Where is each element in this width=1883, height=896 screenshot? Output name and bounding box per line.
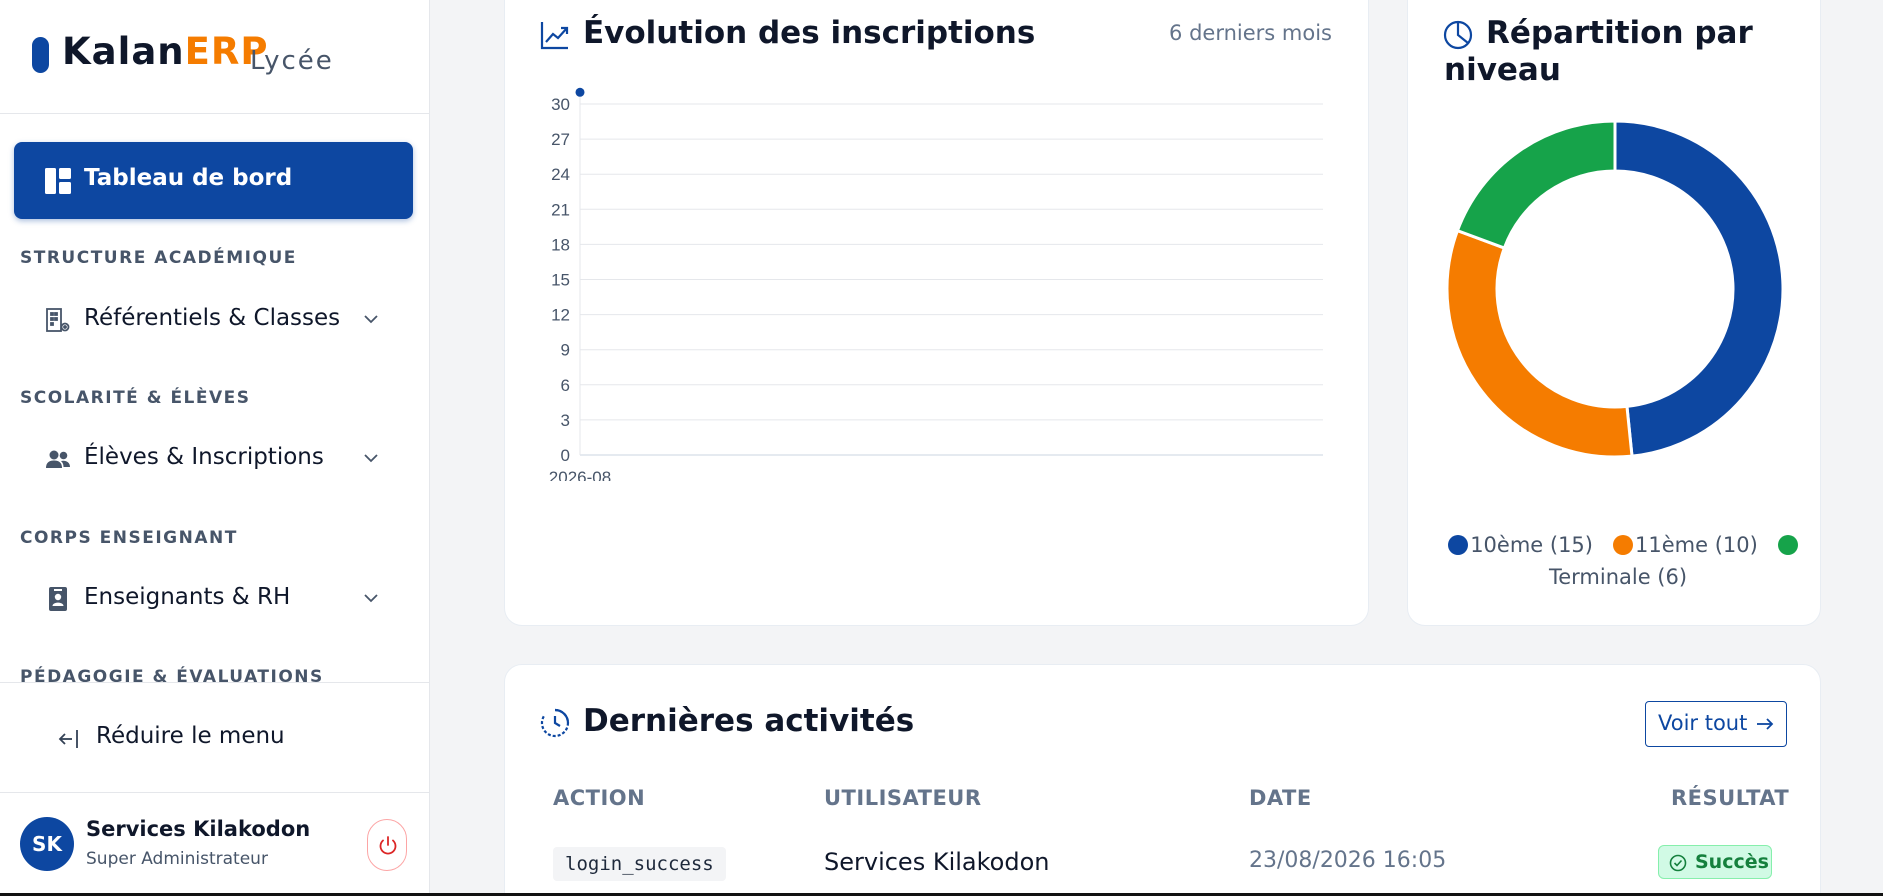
donut-slice-11me[interactable] xyxy=(1445,228,1634,459)
x-tick-label: 2026-08 xyxy=(549,468,611,481)
chevron-down-icon xyxy=(364,315,378,324)
clock-icon xyxy=(540,708,570,738)
building-icon xyxy=(46,308,70,332)
section-title-pedagogie: PÉDAGOGIE & ÉVALUATIONS xyxy=(20,667,324,682)
users-icon xyxy=(46,450,70,468)
column-header-user[interactable]: UTILISATEUR xyxy=(824,786,982,810)
user-name: Services Kilakodon xyxy=(86,817,311,841)
sidebar-item-referentiels[interactable]: Référentiels & Classes xyxy=(14,290,413,350)
badge-icon xyxy=(49,587,67,611)
donut-slice-10me[interactable] xyxy=(1613,119,1785,458)
power-icon xyxy=(379,836,397,855)
y-tick-label: 30 xyxy=(551,95,570,114)
column-header-date[interactable]: DATE xyxy=(1249,786,1312,810)
legend-dot xyxy=(1777,535,1798,555)
sidebar-item-enseignants[interactable]: Enseignants & RH xyxy=(14,569,413,629)
donut-legend: 10ème (15) 11ème (10) Terminale (6) xyxy=(1438,529,1798,593)
brand-header: KalanERP Lycée xyxy=(0,0,430,114)
legend-label: 11ème (10) xyxy=(1635,533,1758,557)
chevron-down-icon xyxy=(364,454,378,463)
section-title-corps: CORPS ENSEIGNANT xyxy=(20,528,238,548)
column-header-result[interactable]: RÉSULTAT xyxy=(1671,786,1789,810)
chevron-down-icon xyxy=(364,594,378,603)
user-role: Super Administrateur xyxy=(86,849,268,869)
sidebar: KalanERP Lycée Tableau de bord STRUCTURE… xyxy=(0,0,430,896)
collapse-menu-label: Réduire le menu xyxy=(96,723,285,749)
view-all-label: Voir tout xyxy=(1658,711,1748,735)
brand-subtitle: Lycée xyxy=(250,46,334,76)
sidebar-item-label: Élèves & Inscriptions xyxy=(84,444,324,470)
y-tick-label: 27 xyxy=(551,130,570,149)
view-all-button[interactable]: Voir tout xyxy=(1645,701,1787,747)
legend-item-10eme[interactable]: 10ème (15) xyxy=(1448,529,1593,561)
brand-logo-mark xyxy=(32,37,49,73)
brand-name[interactable]: KalanERP xyxy=(62,30,269,73)
legend-item-11eme[interactable]: 11ème (10) xyxy=(1613,529,1758,561)
logout-button[interactable] xyxy=(367,819,407,871)
y-tick-label: 18 xyxy=(551,235,570,254)
donut-slice-terminale[interactable] xyxy=(1455,119,1617,250)
pie-chart-icon xyxy=(1443,20,1473,50)
sidebar-item-dashboard[interactable]: Tableau de bord xyxy=(14,142,413,219)
data-point[interactable] xyxy=(575,87,585,97)
activities-card: Dernières activités Voir tout ACTION UTI… xyxy=(504,664,1821,896)
y-tick-label: 0 xyxy=(561,446,570,465)
status-badge: Succès xyxy=(1658,845,1772,879)
repartition-card: Répartition par niveau 10ème (15) 11ème (… xyxy=(1407,0,1821,626)
legend-item-terminale-dot[interactable] xyxy=(1777,529,1798,561)
evolution-line-chart: 0 3 6 9 12 15 18 21 24 27 30 2026-08 xyxy=(549,87,1323,481)
status-label: Succès xyxy=(1695,851,1769,873)
brand-name-main: Kalan xyxy=(62,30,185,73)
activities-title: Dernières activités xyxy=(583,703,915,739)
cell-date: 23/08/2026 16:05 xyxy=(1249,848,1447,873)
table-row[interactable]: login_success Services Kilakodon 23/08/2… xyxy=(505,841,1822,891)
legend-label: 10ème (15) xyxy=(1470,533,1593,557)
evolution-card: Évolution des inscriptions 6 derniers mo… xyxy=(504,0,1369,626)
y-tick-label: 9 xyxy=(561,341,570,360)
user-profile: SK Services Kilakodon Super Administrate… xyxy=(0,792,430,896)
arrow-right-icon xyxy=(1757,718,1774,730)
collapse-menu-button[interactable]: Réduire le menu xyxy=(0,682,430,792)
cell-user: Services Kilakodon xyxy=(824,848,1050,876)
collapse-left-icon xyxy=(58,730,78,748)
avatar[interactable]: SK xyxy=(20,817,74,871)
legend-dot xyxy=(1613,535,1633,555)
y-tick-label: 12 xyxy=(551,306,570,325)
section-title-structure: STRUCTURE ACADÉMIQUE xyxy=(20,248,297,268)
action-chip: login_success xyxy=(553,847,726,881)
repartition-title-line2: niveau xyxy=(1444,52,1561,88)
check-circle-icon xyxy=(1669,854,1687,872)
y-tick-label: 21 xyxy=(551,200,570,219)
repartition-title-line1: Répartition par xyxy=(1486,15,1753,51)
section-title-scolarite: SCOLARITÉ & ÉLÈVES xyxy=(20,388,251,408)
y-tick-label: 6 xyxy=(561,376,570,395)
sidebar-item-label: Enseignants & RH xyxy=(84,584,291,610)
sidebar-item-label: Tableau de bord xyxy=(84,165,293,191)
repartition-donut-chart xyxy=(1445,119,1785,459)
legend-label-terminale: Terminale (6) xyxy=(1548,565,1688,589)
legend-dot xyxy=(1448,535,1469,555)
y-tick-label: 15 xyxy=(551,271,570,290)
dashboard-icon xyxy=(45,168,71,194)
column-header-action[interactable]: ACTION xyxy=(553,786,645,810)
sidebar-nav: Tableau de bord STRUCTURE ACADÉMIQUE Réf… xyxy=(0,114,430,682)
sidebar-item-eleves[interactable]: Élèves & Inscriptions xyxy=(14,429,413,489)
sidebar-item-label: Référentiels & Classes xyxy=(84,305,341,331)
y-tick-label: 24 xyxy=(551,165,570,184)
y-tick-label: 3 xyxy=(561,411,570,430)
